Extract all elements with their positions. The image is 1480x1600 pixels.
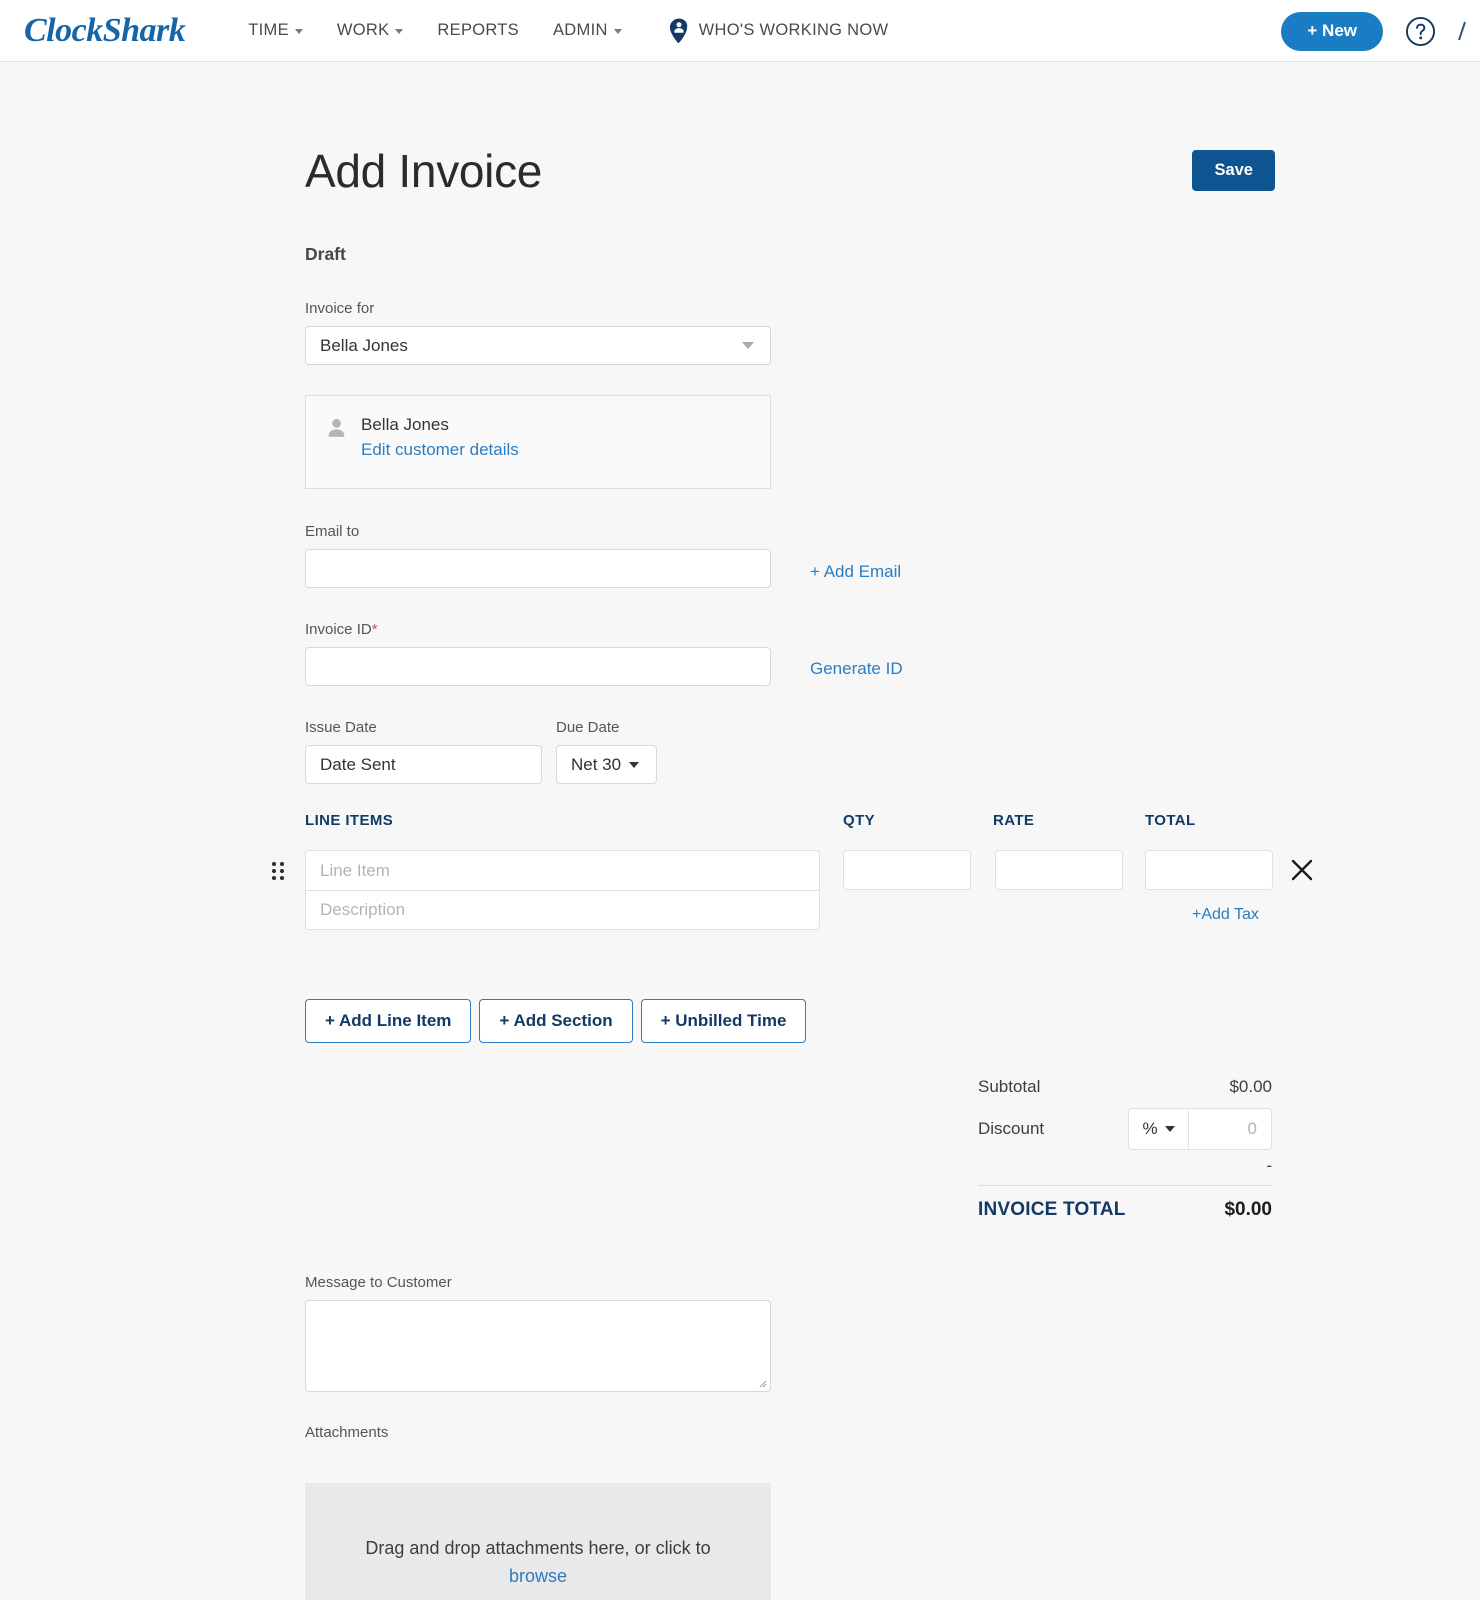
resize-handle-icon[interactable]	[759, 1380, 767, 1388]
due-date-label: Due Date	[556, 719, 657, 736]
invoice-id-label: Invoice ID*	[305, 621, 771, 638]
attachments-section: Attachments Drag and drop attachments he…	[305, 1424, 771, 1600]
issue-date-label: Issue Date	[305, 719, 542, 736]
line-item-name-input[interactable]: Line Item	[305, 850, 820, 890]
add-line-item-button[interactable]: + Add Line Item	[305, 999, 471, 1043]
discount-applied-amount: -	[978, 1151, 1272, 1181]
customer-info: Bella Jones Edit customer details	[361, 414, 519, 488]
whos-working-now-link[interactable]: WHO'S WORKING NOW	[669, 18, 889, 44]
column-header-line-items: LINE ITEMS	[305, 812, 393, 829]
main-nav-items: TIME WORK REPORTS ADMIN	[231, 21, 638, 40]
chevron-down-icon	[629, 762, 639, 768]
due-date-value: Net 30	[571, 755, 621, 775]
email-to-input[interactable]	[305, 549, 771, 588]
drag-handle-icon[interactable]	[270, 860, 286, 882]
attachments-dropzone[interactable]: Drag and drop attachments here, or click…	[305, 1483, 771, 1600]
issue-date-input[interactable]: Date Sent	[305, 745, 542, 784]
chevron-down-icon	[742, 342, 754, 349]
invoice-for-section: Invoice for Bella Jones	[305, 300, 771, 365]
invoice-total-row: INVOICE TOTAL $0.00	[978, 1186, 1272, 1234]
add-section-button[interactable]: + Add Section	[479, 999, 632, 1043]
dates-section: Issue Date Date Sent Due Date Net 30	[305, 719, 657, 784]
message-textarea[interactable]	[305, 1300, 771, 1392]
line-item-row: Line Item Description +Add Tax	[270, 850, 1330, 932]
chevron-down-icon	[614, 29, 622, 34]
customer-name: Bella Jones	[361, 414, 519, 435]
edit-customer-details-link[interactable]: Edit customer details	[361, 440, 519, 460]
invoice-total-value: $0.00	[1224, 1199, 1272, 1221]
totals-panel: Subtotal $0.00 Discount % 0 - INVOICE TO…	[978, 1070, 1272, 1234]
save-button[interactable]: Save	[1192, 150, 1275, 191]
nav-item-time[interactable]: TIME	[231, 21, 320, 40]
nav-edge-partial-element[interactable]	[1458, 20, 1466, 42]
subtotal-value: $0.00	[1229, 1077, 1272, 1097]
discount-label: Discount	[978, 1119, 1044, 1139]
generate-id-link[interactable]: Generate ID	[810, 659, 903, 679]
close-x-icon[interactable]	[1290, 858, 1314, 882]
customer-detail-card: Bella Jones Edit customer details	[305, 395, 771, 489]
discount-type-value: %	[1142, 1119, 1157, 1139]
column-header-total: TOTAL	[1145, 812, 1196, 829]
dropzone-browse-link[interactable]: browse	[509, 1566, 567, 1586]
subtotal-label: Subtotal	[978, 1077, 1040, 1097]
nav-right-actions: + New	[1281, 0, 1480, 62]
add-email-link[interactable]: + Add Email	[810, 562, 901, 582]
nav-item-reports[interactable]: REPORTS	[420, 21, 536, 40]
line-items-header: LINE ITEMS QTY RATE TOTAL	[305, 812, 1280, 836]
new-button[interactable]: + New	[1281, 12, 1383, 51]
line-item-description-input[interactable]: Description	[305, 890, 820, 930]
nav-item-work[interactable]: WORK	[320, 21, 421, 40]
column-header-qty: QTY	[843, 812, 875, 829]
invoice-total-label: INVOICE TOTAL	[978, 1199, 1126, 1221]
nav-item-admin-label: ADMIN	[553, 21, 608, 40]
invoice-for-label: Invoice for	[305, 300, 771, 317]
page-title: Add Invoice	[305, 144, 542, 198]
map-pin-person-icon	[669, 18, 689, 44]
due-date-group: Due Date Net 30	[556, 719, 657, 784]
subtotal-row: Subtotal $0.00	[978, 1070, 1272, 1103]
line-item-text-fields: Line Item Description	[305, 850, 820, 930]
issue-date-group: Issue Date Date Sent	[305, 719, 542, 784]
invoice-for-select[interactable]: Bella Jones	[305, 326, 771, 365]
whos-working-now-label: WHO'S WORKING NOW	[699, 21, 889, 40]
discount-row: Discount % 0	[978, 1107, 1272, 1151]
line-item-rate-input[interactable]	[995, 850, 1123, 890]
chevron-down-icon	[295, 29, 303, 34]
due-date-select[interactable]: Net 30	[556, 745, 657, 784]
chevron-down-icon	[1165, 1126, 1175, 1132]
add-tax-link[interactable]: +Add Tax	[1192, 906, 1259, 924]
clockshark-logo[interactable]: ClockShark	[24, 12, 185, 50]
required-asterisk: *	[372, 621, 378, 638]
message-label: Message to Customer	[305, 1274, 771, 1291]
invoice-id-section: Invoice ID* Generate ID	[305, 621, 771, 686]
top-navigation-bar: ClockShark TIME WORK REPORTS ADMIN WHO'S…	[0, 0, 1480, 62]
line-item-total-input[interactable]	[1145, 850, 1273, 890]
invoice-for-value: Bella Jones	[320, 336, 408, 356]
email-to-label: Email to	[305, 523, 771, 540]
email-to-section: Email to + Add Email	[305, 523, 771, 588]
person-avatar-icon	[324, 416, 349, 441]
discount-amount-input[interactable]: 0	[1189, 1108, 1272, 1150]
line-item-actions: + Add Line Item + Add Section + Unbilled…	[305, 999, 806, 1043]
invoice-id-input[interactable]	[305, 647, 771, 686]
nav-item-reports-label: REPORTS	[437, 21, 519, 40]
column-header-rate: RATE	[993, 812, 1034, 829]
chevron-down-icon	[395, 29, 403, 34]
discount-type-select[interactable]: %	[1128, 1108, 1189, 1150]
nav-item-time-label: TIME	[248, 21, 289, 40]
nav-item-work-label: WORK	[337, 21, 390, 40]
help-question-icon[interactable]	[1405, 16, 1436, 47]
invoice-id-label-text: Invoice ID	[305, 621, 372, 638]
line-item-qty-input[interactable]	[843, 850, 971, 890]
dropzone-text: Drag and drop attachments here, or click…	[365, 1535, 710, 1591]
unbilled-time-button[interactable]: + Unbilled Time	[641, 999, 807, 1043]
discount-controls: % 0	[1128, 1108, 1272, 1150]
status-badge: Draft	[305, 244, 346, 265]
attachments-label: Attachments	[305, 1424, 771, 1441]
nav-item-admin[interactable]: ADMIN	[536, 21, 639, 40]
dropzone-instruction: Drag and drop attachments here, or click…	[365, 1538, 710, 1558]
message-section: Message to Customer	[305, 1274, 771, 1392]
